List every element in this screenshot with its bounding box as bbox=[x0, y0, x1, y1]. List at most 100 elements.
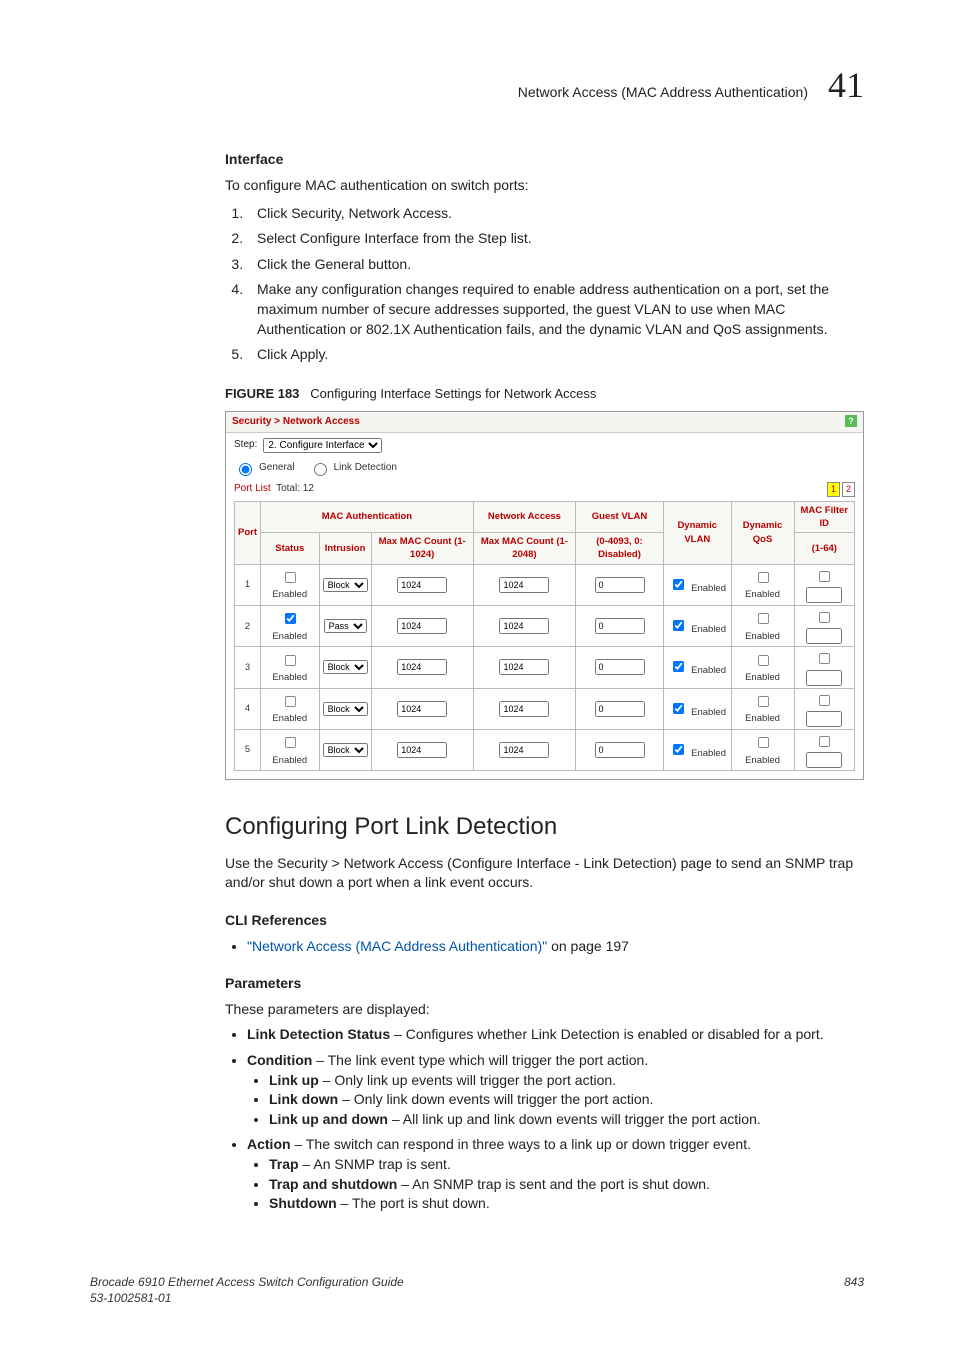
guest-input[interactable] bbox=[595, 701, 645, 717]
status-checkbox[interactable] bbox=[285, 737, 296, 748]
filter-input[interactable] bbox=[806, 752, 842, 768]
intrusion-select[interactable]: Block bbox=[323, 578, 368, 592]
cell-guest bbox=[576, 647, 664, 688]
cell-intrusion: Block bbox=[319, 729, 371, 770]
status-checkbox[interactable] bbox=[285, 655, 296, 666]
cell-guest bbox=[576, 688, 664, 729]
cell-filter bbox=[794, 564, 854, 605]
cell-port: 1 bbox=[235, 564, 261, 605]
cell-status: Enabled bbox=[261, 647, 320, 688]
dynqos-checkbox[interactable] bbox=[758, 655, 769, 666]
filter-checkbox[interactable] bbox=[819, 653, 830, 664]
dynqos-checkbox[interactable] bbox=[758, 737, 769, 748]
interface-heading: Interface bbox=[225, 150, 864, 170]
step-row: Step: 2. Configure Interface bbox=[226, 433, 863, 458]
maxmac-input[interactable] bbox=[397, 742, 447, 758]
cli-item: "Network Access (MAC Address Authenticat… bbox=[247, 937, 864, 957]
filter-input[interactable] bbox=[806, 711, 842, 727]
guest-input[interactable] bbox=[595, 618, 645, 634]
step-item: Click the General button. bbox=[247, 255, 864, 275]
params-heading: Parameters bbox=[225, 974, 864, 994]
port-table: Port MAC Authentication Network Access G… bbox=[234, 501, 855, 772]
intrusion-select[interactable]: Block bbox=[323, 660, 368, 674]
sub-link-down: Link down – Only link down events will t… bbox=[269, 1090, 864, 1110]
filter-checkbox[interactable] bbox=[819, 571, 830, 582]
cell-status: Enabled bbox=[261, 564, 320, 605]
cell-dynqos: Enabled bbox=[731, 729, 794, 770]
param-action: Action – The switch can respond in three… bbox=[247, 1135, 864, 1213]
filter-input[interactable] bbox=[806, 628, 842, 644]
step-item: Select Configure Interface from the Step… bbox=[247, 229, 864, 249]
filter-input[interactable] bbox=[806, 670, 842, 686]
dynvlan-checkbox[interactable] bbox=[673, 579, 684, 590]
cli-heading: CLI References bbox=[225, 911, 864, 931]
dynvlan-checkbox[interactable] bbox=[673, 661, 684, 672]
radio-general[interactable]: General bbox=[234, 460, 295, 476]
dynvlan-checkbox[interactable] bbox=[673, 744, 684, 755]
filter-checkbox[interactable] bbox=[819, 736, 830, 747]
netmax-input[interactable] bbox=[499, 701, 549, 717]
sub-shutdown: Shutdown – The port is shut down. bbox=[269, 1194, 864, 1214]
cell-port: 3 bbox=[235, 647, 261, 688]
pager-1[interactable]: 1 bbox=[827, 482, 840, 497]
param-link-detection-status: Link Detection Status – Configures wheth… bbox=[247, 1025, 864, 1045]
pager-2[interactable]: 2 bbox=[842, 482, 855, 497]
figure-caption: FIGURE 183 Configuring Interface Setting… bbox=[225, 385, 864, 403]
table-row: 2 EnabledPass Enabled Enabled bbox=[235, 606, 855, 647]
dynqos-checkbox[interactable] bbox=[758, 613, 769, 624]
step-label: Step: bbox=[234, 438, 257, 452]
radio-linkdetect-input[interactable] bbox=[314, 463, 327, 476]
netmax-input[interactable] bbox=[499, 577, 549, 593]
filter-checkbox[interactable] bbox=[819, 612, 830, 623]
cli-link[interactable]: "Network Access (MAC Address Authenticat… bbox=[247, 938, 547, 954]
cell-dynqos: Enabled bbox=[731, 647, 794, 688]
guest-input[interactable] bbox=[595, 742, 645, 758]
dynqos-checkbox[interactable] bbox=[758, 572, 769, 583]
maxmac-input[interactable] bbox=[397, 659, 447, 675]
netmax-input[interactable] bbox=[499, 742, 549, 758]
cli-list: "Network Access (MAC Address Authenticat… bbox=[225, 937, 864, 957]
radio-general-input[interactable] bbox=[239, 463, 252, 476]
param-desc: – The switch can respond in three ways t… bbox=[291, 1136, 751, 1152]
dynvlan-checkbox[interactable] bbox=[673, 703, 684, 714]
cell-dynvlan: Enabled bbox=[663, 647, 731, 688]
cell-intrusion: Block bbox=[319, 688, 371, 729]
param-term: Link Detection Status bbox=[247, 1026, 390, 1042]
col-maxmac: Max MAC Count (1-1024) bbox=[371, 533, 473, 565]
filter-input[interactable] bbox=[806, 587, 842, 603]
cell-filter bbox=[794, 647, 854, 688]
cell-dynvlan: Enabled bbox=[663, 564, 731, 605]
status-checkbox[interactable] bbox=[285, 696, 296, 707]
guest-input[interactable] bbox=[595, 577, 645, 593]
link-detection-intro: Use the Security > Network Access (Confi… bbox=[225, 854, 864, 893]
cell-maxmac bbox=[371, 647, 473, 688]
intrusion-select[interactable]: Block bbox=[323, 702, 368, 716]
cell-maxmac bbox=[371, 564, 473, 605]
col-dynqos: Dynamic QoS bbox=[731, 501, 794, 564]
status-checkbox[interactable] bbox=[285, 613, 296, 624]
cell-dynqos: Enabled bbox=[731, 606, 794, 647]
guest-input[interactable] bbox=[595, 659, 645, 675]
intrusion-select[interactable]: Block bbox=[323, 743, 368, 757]
maxmac-input[interactable] bbox=[397, 701, 447, 717]
radio-linkdetect[interactable]: Link Detection bbox=[309, 460, 397, 476]
figure-text: Configuring Interface Settings for Netwo… bbox=[310, 386, 596, 401]
interface-steps: Click Security, Network Access. Select C… bbox=[225, 204, 864, 365]
cell-netmax bbox=[473, 729, 575, 770]
step-item: Click Apply. bbox=[247, 345, 864, 365]
netmax-input[interactable] bbox=[499, 618, 549, 634]
maxmac-input[interactable] bbox=[397, 577, 447, 593]
pager: 1 2 bbox=[827, 482, 855, 497]
tab-row: General Link Detection bbox=[226, 458, 863, 478]
intrusion-select[interactable]: Pass bbox=[324, 619, 367, 633]
maxmac-input[interactable] bbox=[397, 618, 447, 634]
col-port: Port bbox=[235, 501, 261, 564]
filter-checkbox[interactable] bbox=[819, 695, 830, 706]
netmax-input[interactable] bbox=[499, 659, 549, 675]
dynqos-checkbox[interactable] bbox=[758, 696, 769, 707]
step-select[interactable]: 2. Configure Interface bbox=[263, 438, 382, 453]
dynvlan-checkbox[interactable] bbox=[673, 620, 684, 631]
help-icon[interactable]: ? bbox=[845, 415, 857, 427]
status-checkbox[interactable] bbox=[285, 572, 296, 583]
table-row: 4 EnabledBlock Enabled Enabled bbox=[235, 688, 855, 729]
